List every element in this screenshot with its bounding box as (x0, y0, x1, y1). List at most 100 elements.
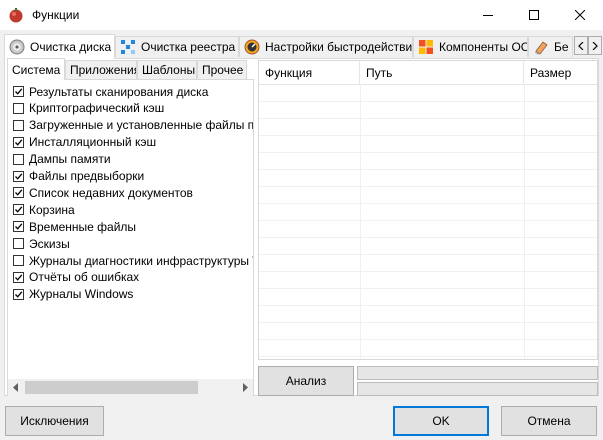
checklist-item[interactable]: Отчёты об ошибках (13, 269, 139, 286)
tab-performance-settings[interactable]: Настройки быстродействия (239, 36, 413, 57)
table-row-line (259, 220, 597, 221)
chevron-left-icon (578, 41, 584, 50)
title-bar: Функции (0, 0, 603, 30)
checkbox-checked[interactable] (13, 288, 24, 300)
checklist-item-label: Корзина (29, 202, 75, 217)
maximize-button[interactable] (511, 0, 557, 30)
table-header: Функция Путь Размер (259, 61, 597, 85)
tab-label: Очистка реестра (141, 40, 236, 54)
checkbox-unchecked[interactable] (13, 238, 24, 250)
maximize-icon (529, 10, 539, 20)
scroll-left-icon (13, 383, 18, 392)
subtab-label: Шаблоны (142, 63, 196, 77)
checkbox-checked[interactable] (13, 187, 24, 199)
tab-registry-cleanup[interactable]: Очистка реестра (115, 36, 239, 57)
checklist-item[interactable]: Загруженные и установленные файлы прог (13, 117, 254, 134)
tab-os-components[interactable]: Компоненты ОС (413, 36, 528, 57)
table-row-line (259, 237, 597, 238)
checklist-item[interactable]: Список недавних документов (13, 184, 193, 201)
windows-components-icon (419, 40, 433, 54)
eraser-icon (535, 41, 548, 55)
checklist-item-label: Журналы Windows (29, 287, 134, 302)
table-row-line (259, 203, 597, 204)
table-row-line (259, 101, 597, 102)
scroll-right-icon (243, 383, 248, 392)
table-row-line (259, 288, 597, 289)
checkmark-icon (15, 274, 23, 281)
checklist-item-label: Загруженные и установленные файлы прог (29, 118, 254, 133)
subtab-label: Прочее (202, 63, 244, 77)
checkbox-checked[interactable] (13, 170, 24, 182)
checklist-item[interactable]: Корзина (13, 201, 75, 218)
column-header-size[interactable]: Размер (524, 61, 597, 84)
table-row-line (259, 271, 597, 272)
disk-icon (9, 39, 25, 55)
subtab-label: Приложения (70, 63, 137, 77)
table-row-line (259, 356, 597, 357)
checklist-item-label: Эскизы (29, 236, 70, 251)
main-tabs: Очистка диска Очистка реестра Настройки … (4, 34, 602, 59)
checklist-item-label: Криптографический кэш (29, 101, 165, 116)
checkbox-unchecked[interactable] (13, 119, 24, 131)
checklist-item[interactable]: Журналы диагностики инфраструктуры Wi (13, 252, 254, 269)
checklist-item[interactable]: Эскизы (13, 235, 70, 252)
table-row-line (259, 169, 597, 170)
checklist-item[interactable]: Инсталляционный кэш (13, 134, 156, 151)
checkbox-checked[interactable] (13, 271, 24, 283)
tab-label: Компоненты ОС (439, 40, 528, 54)
cancel-button[interactable]: Отмена (501, 406, 597, 436)
cleanup-items-list: Результаты сканирования диска Криптографи… (7, 79, 254, 396)
checklist-item-label: Временные файлы (29, 219, 137, 234)
registry-icon (121, 40, 135, 54)
tab-label: Настройки быстродействия (265, 40, 413, 54)
table-row-line (259, 135, 597, 136)
checkbox-checked[interactable] (13, 136, 24, 148)
checkbox-unchecked[interactable] (13, 255, 24, 266)
ok-button[interactable]: OK (393, 406, 489, 436)
column-header-path[interactable]: Путь (360, 61, 524, 84)
tab-label: Очистка диска (30, 40, 112, 54)
subtab-templates[interactable]: Шаблоны (137, 60, 197, 79)
checklist-item[interactable]: Временные файлы (13, 218, 136, 235)
tab-scroll-left-button[interactable] (574, 36, 588, 55)
table-row-line (259, 254, 597, 255)
subtab-system[interactable]: Система (7, 58, 65, 80)
checklist-item[interactable]: Журналы Windows (13, 286, 133, 303)
exclusions-button[interactable]: Исключения (5, 406, 104, 436)
progress-bar-top (357, 366, 598, 380)
checkbox-unchecked[interactable] (13, 153, 24, 165)
table-column-line (524, 84, 525, 359)
window-title: Функции (32, 8, 80, 22)
column-header-function[interactable]: Функция (259, 61, 360, 84)
minimize-button[interactable] (465, 0, 511, 30)
table-row-line (259, 186, 597, 187)
checkbox-checked[interactable] (13, 86, 24, 97)
checklist-item-label: Результаты сканирования диска (29, 84, 209, 99)
checkmark-icon (15, 223, 23, 230)
chevron-right-icon (592, 41, 598, 50)
close-button[interactable] (557, 0, 603, 30)
tab-more[interactable]: Бе (528, 36, 573, 57)
subtab-other[interactable]: Прочее (197, 60, 247, 79)
table-row-line (259, 305, 597, 306)
checklist-item-label: Отчёты об ошибках (29, 270, 140, 285)
checklist-item-label: Файлы предвыборки (29, 169, 145, 183)
tab-disk-cleanup[interactable]: Очистка диска (4, 34, 115, 59)
table-row-line (259, 152, 597, 153)
scrollbar-thumb[interactable] (25, 381, 198, 394)
subtab-applications[interactable]: Приложения (65, 60, 137, 79)
checklist-item[interactable]: Файлы предвыборки (13, 168, 144, 185)
checklist-item[interactable]: Результаты сканирования диска (13, 83, 208, 100)
checkbox-checked[interactable] (13, 204, 24, 216)
checkbox-unchecked[interactable] (13, 102, 24, 114)
checklist-item-label: Журналы диагностики инфраструктуры Wi (29, 253, 254, 268)
horizontal-scrollbar[interactable] (8, 379, 253, 396)
tab-scroll-right-button[interactable] (588, 36, 602, 55)
results-table[interactable]: Функция Путь Размер (258, 60, 598, 360)
checkbox-checked[interactable] (13, 221, 24, 233)
checklist-item[interactable]: Дампы памяти (13, 151, 111, 168)
analyze-button[interactable]: Анализ (258, 366, 354, 396)
table-column-line (360, 84, 361, 359)
checklist-item[interactable]: Криптографический кэш (13, 100, 164, 117)
subtab-label: Система (12, 62, 61, 77)
